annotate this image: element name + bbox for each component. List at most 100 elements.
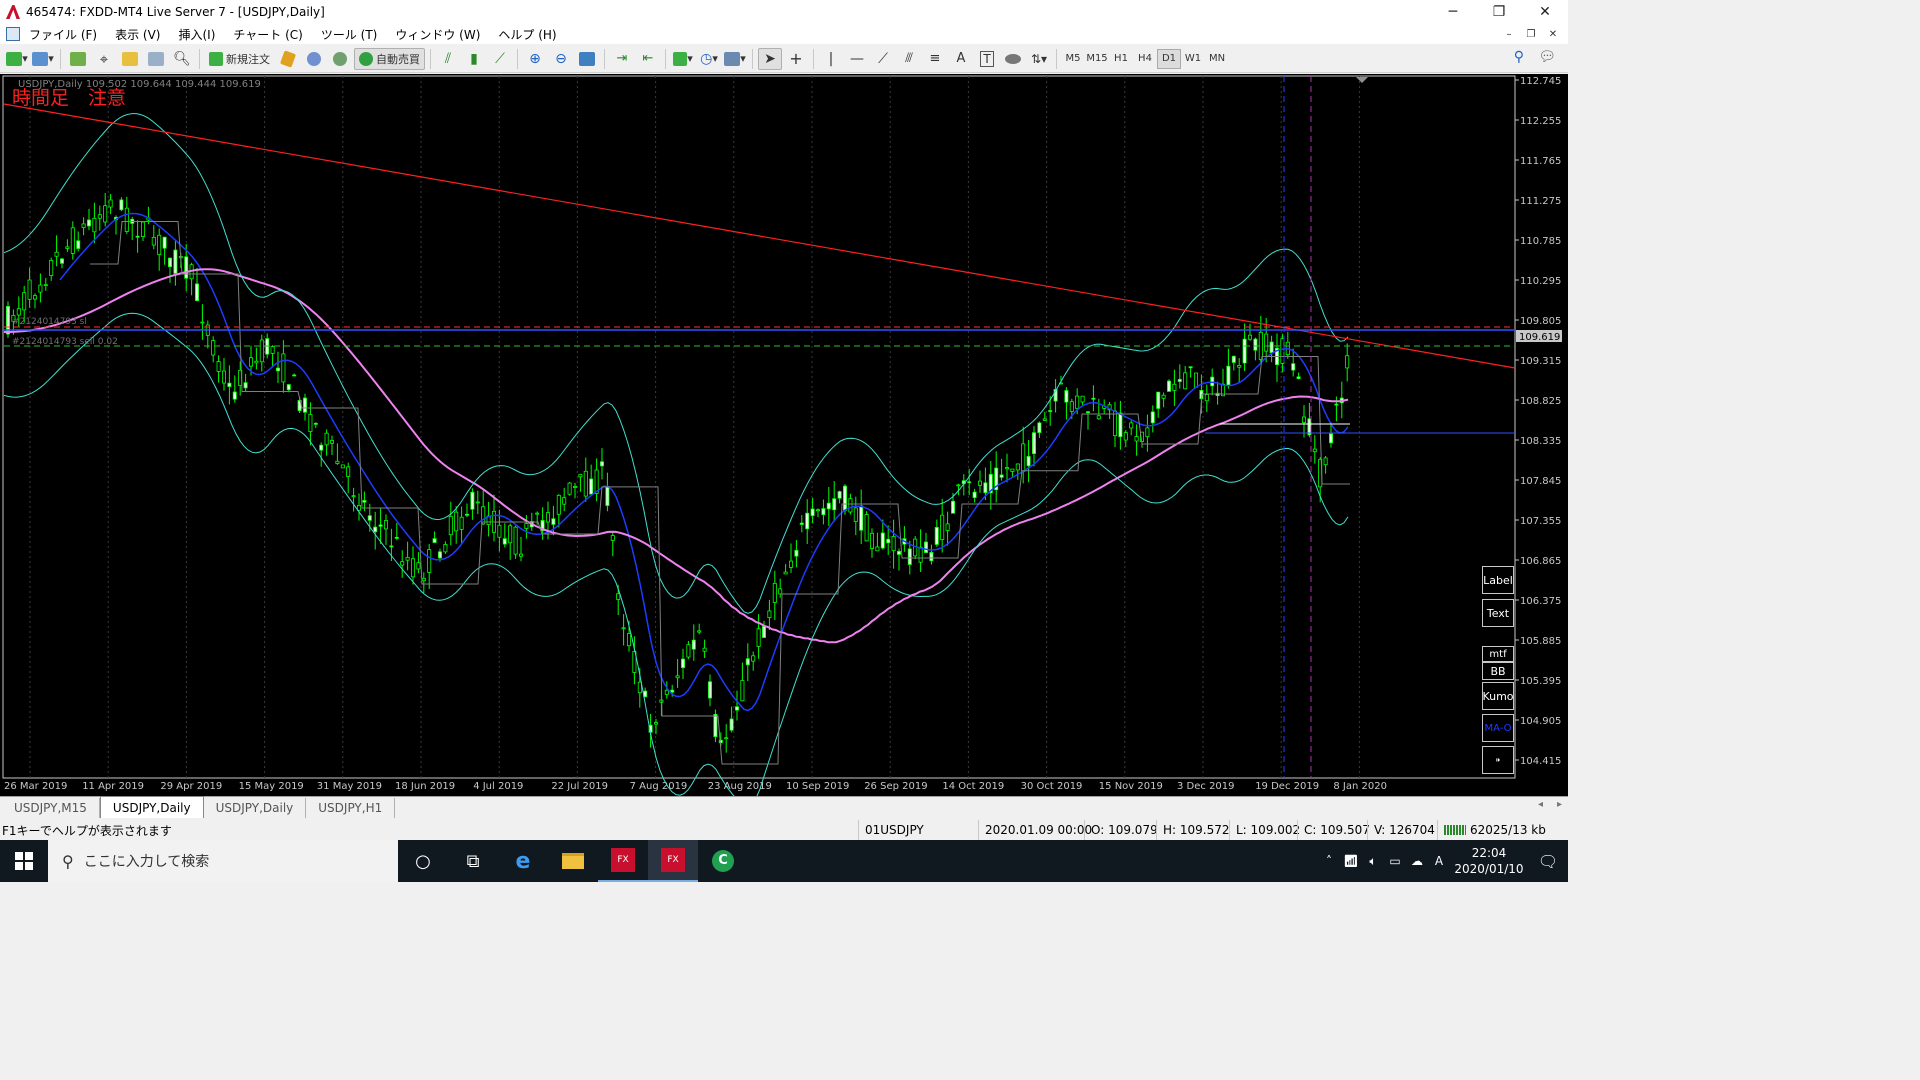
bar-chart-button[interactable]: ⫽ <box>436 48 460 70</box>
tf-m5[interactable]: M5 <box>1061 49 1085 69</box>
onedrive-cloud-icon[interactable]: ☁ <box>1406 854 1428 868</box>
price-chart[interactable]: 112.745 112.255 111.765 111.275 110.785 110.2… <box>0 74 1568 796</box>
text-button[interactable]: A <box>949 48 973 70</box>
label-button[interactable]: Label <box>1482 566 1514 594</box>
periods-button[interactable]: ◷ ▾ <box>697 48 721 70</box>
mdi-restore-button[interactable]: ❐ <box>1520 29 1542 40</box>
cursor-button[interactable]: ➤ <box>758 47 782 70</box>
candle-body <box>194 283 199 302</box>
data-window-button[interactable]: ⌖ <box>92 48 116 70</box>
close-button[interactable]: ✕ <box>1522 0 1568 24</box>
candle-body <box>227 382 232 387</box>
maximize-button[interactable]: ❐ <box>1476 0 1522 24</box>
zoom-in-button[interactable]: ⊕ <box>523 48 547 70</box>
zoom-out-button[interactable]: ⊖ <box>549 48 573 70</box>
candle-body <box>340 464 345 469</box>
bb-button[interactable]: BB <box>1482 662 1514 680</box>
vertical-line-button[interactable]: | <box>819 48 843 70</box>
tab-usdjpy-h1[interactable]: USDJPY,H1 <box>306 798 396 818</box>
tab-scroll-arrows[interactable]: ◂ ▸ <box>1538 799 1562 810</box>
tf-mn[interactable]: MN <box>1205 49 1229 69</box>
tab-left-icon[interactable]: ◂ <box>1538 799 1543 810</box>
profiles-button[interactable]: ▾ <box>31 48 55 70</box>
kumo-button[interactable]: Kumo <box>1482 682 1514 710</box>
start-button[interactable] <box>0 840 48 882</box>
market-watch-button[interactable] <box>66 48 90 70</box>
menu-file[interactable]: ファイル (F) <box>20 26 106 43</box>
tray-chevron-icon[interactable]: ˄ <box>1318 854 1340 868</box>
trendline-button[interactable]: ⟋ <box>871 48 895 70</box>
menu-chart[interactable]: チャート (C) <box>224 26 311 43</box>
task-view-icon[interactable]: ⧉ <box>448 840 498 882</box>
fxdd-mt4-taskbar-icon[interactable]: FX <box>598 840 648 882</box>
menu-insert[interactable]: 挿入(I) <box>169 26 224 43</box>
notification-icon[interactable]: 🗨︎ <box>1528 852 1568 871</box>
volume-icon[interactable]: 🔈︎ <box>1362 854 1384 869</box>
tf-m15[interactable]: M15 <box>1085 49 1109 69</box>
ime-indicator[interactable]: A <box>1428 854 1450 868</box>
line-chart-button[interactable]: ⟋ <box>488 48 512 70</box>
wifi-icon[interactable]: 📶︎ <box>1340 854 1362 868</box>
tab-usdjpy-daily-active[interactable]: USDJPY,Daily <box>99 796 204 818</box>
market-button[interactable] <box>328 48 352 70</box>
text-label-button[interactable]: T <box>975 48 999 70</box>
auto-scroll-button[interactable]: ⇥ <box>610 48 634 70</box>
ellipse-button[interactable] <box>1001 48 1025 70</box>
mdi-minimize-button[interactable]: – <box>1498 29 1520 40</box>
tf-w1[interactable]: W1 <box>1181 49 1205 69</box>
equidistant-channel-button[interactable]: ⫻ <box>897 48 921 70</box>
file-explorer-icon[interactable] <box>548 840 598 882</box>
mtf-button[interactable]: mtf <box>1482 646 1514 662</box>
menu-view[interactable]: 表示 (V) <box>106 26 169 43</box>
edge-browser-icon[interactable]: e <box>498 840 548 882</box>
candlestick-button[interactable]: ▮ <box>462 48 486 70</box>
candle-body <box>1134 436 1139 442</box>
metaeditor-button[interactable] <box>276 48 300 70</box>
tab-usdjpy-m15[interactable]: USDJPY,M15 <box>2 798 100 818</box>
menu-help[interactable]: ヘルプ (H) <box>489 26 565 43</box>
arrows-button[interactable]: ⇅▾ <box>1027 48 1051 70</box>
window-controls: ─ ❐ ✕ <box>1430 0 1568 24</box>
menu-window[interactable]: ウィンドウ (W) <box>386 26 489 43</box>
text-icon: A <box>956 51 966 66</box>
eraser-button[interactable]: ⁍ <box>1482 746 1514 774</box>
crosshair-button[interactable]: + <box>784 48 808 70</box>
taskbar-clock[interactable]: 22:04 2020/01/10 <box>1450 845 1528 877</box>
new-chart-button[interactable]: ▾ <box>5 48 29 70</box>
task-view-button[interactable]: ○ <box>398 840 448 882</box>
menu-tools[interactable]: ツール (T) <box>312 26 387 43</box>
ma-o-button[interactable]: MA-O <box>1482 714 1514 742</box>
tab-usdjpy-daily[interactable]: USDJPY,Daily <box>204 798 307 818</box>
minimize-button[interactable]: ─ <box>1430 0 1476 24</box>
auto-trading-button[interactable]: 自動売買 <box>354 47 425 70</box>
tf-h4[interactable]: H4 <box>1133 49 1157 69</box>
status-close: C: 109.507 <box>1297 820 1370 840</box>
mdi-close-button[interactable]: ✕ <box>1542 29 1564 40</box>
green-app-icon[interactable]: C <box>698 840 748 882</box>
candle-body <box>978 480 983 486</box>
price-axis-label: 107.355 <box>1520 516 1561 527</box>
tile-windows-button[interactable] <box>575 48 599 70</box>
strategy-tester-button[interactable]: 🔍︎ <box>170 48 194 70</box>
text-tool-button[interactable]: Text <box>1482 599 1514 627</box>
tf-d1[interactable]: D1 <box>1157 48 1181 69</box>
chart-canvas[interactable]: 112.745 112.255 111.765 111.275 110.785 110.2… <box>0 74 1568 796</box>
templates-button[interactable]: ▾ <box>723 48 747 70</box>
search-icon[interactable]: ⚲ <box>1514 49 1524 65</box>
fxdd-mt4-active-taskbar-icon[interactable]: FX <box>648 840 698 882</box>
terminal-button[interactable] <box>144 48 168 70</box>
chart-document-icon[interactable] <box>6 27 20 41</box>
fibonacci-button[interactable]: ≡ <box>923 48 947 70</box>
signals-button[interactable] <box>302 48 326 70</box>
candle-body <box>1183 372 1188 390</box>
tf-h1[interactable]: H1 <box>1109 49 1133 69</box>
chat-icon[interactable]: 💬︎ <box>1538 49 1556 65</box>
indicators-button[interactable]: ▾ <box>671 48 695 70</box>
tab-right-icon[interactable]: ▸ <box>1557 799 1562 810</box>
horizontal-line-button[interactable]: — <box>845 48 869 70</box>
battery-icon[interactable]: ▭ <box>1384 854 1406 868</box>
new-order-button[interactable]: 新規注文 <box>205 48 274 70</box>
chart-shift-button[interactable]: ⇤ <box>636 48 660 70</box>
taskbar-search[interactable]: ⚲ ここに入力して検索 <box>48 840 398 882</box>
navigator-button[interactable] <box>118 48 142 70</box>
